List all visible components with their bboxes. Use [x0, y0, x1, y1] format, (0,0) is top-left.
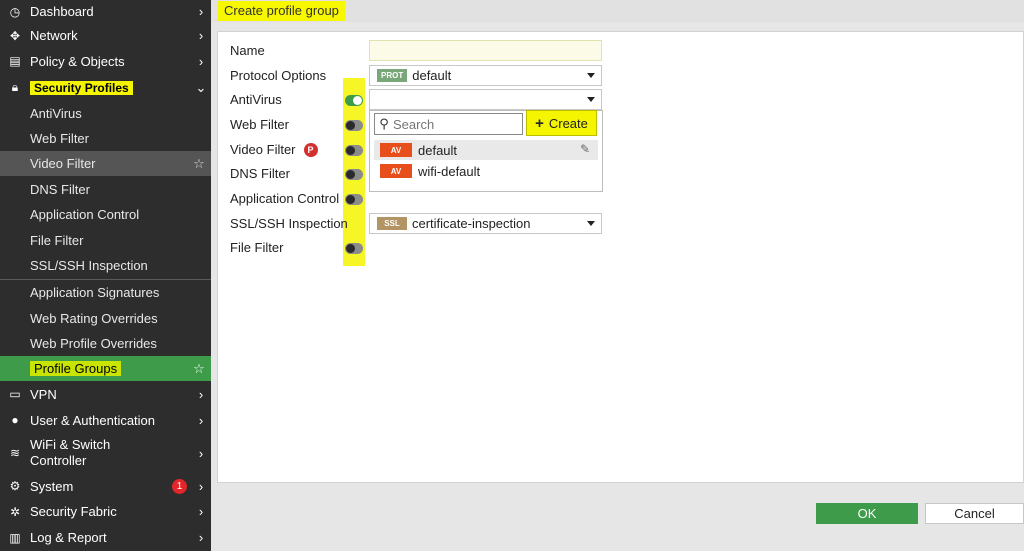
form-panel — [217, 31, 1024, 483]
sidebar-subitem-profile-groups[interactable]: Profile Groups ☆ — [0, 356, 211, 381]
sidebar-subitem-video-filter[interactable]: Video Filter ☆ — [0, 151, 211, 176]
sidebar-item-policy-objects[interactable]: ▤ Policy & Objects › — [0, 48, 211, 74]
chevron-right-icon: › — [198, 412, 204, 428]
chevron-right-icon: › — [198, 53, 204, 69]
plus-icon: + — [535, 114, 544, 132]
ssl-ssh-inspection-select[interactable]: SSL certificate-inspection — [369, 213, 602, 234]
web-filter-toggle[interactable] — [345, 120, 363, 131]
chart-icon: ▥ — [9, 530, 21, 545]
sidebar-subitem-dns-filter[interactable]: DNS Filter — [0, 176, 211, 202]
video-filter-label: Video Filter P — [230, 141, 318, 159]
chevron-right-icon: › — [198, 4, 204, 19]
chevron-right-icon: › — [198, 386, 204, 402]
antivirus-toggle[interactable] — [345, 95, 363, 106]
policy-icon: ▤ — [9, 54, 21, 68]
laptop-icon: ▭ — [9, 387, 21, 401]
sidebar-subitem-file-filter[interactable]: File Filter — [0, 227, 211, 253]
chevron-right-icon: › — [198, 445, 204, 461]
sidebar-item-vpn[interactable]: ▭ VPN › — [0, 381, 211, 407]
chevron-right-icon: › — [198, 504, 204, 519]
dns-filter-label: DNS Filter — [230, 166, 290, 181]
chevron-right-icon: › — [198, 530, 204, 545]
chevron-right-icon: › — [198, 478, 204, 494]
sidebar-subitem-web-filter[interactable]: Web Filter — [0, 126, 211, 151]
sidebar-item-network[interactable]: ✥ Network › — [0, 23, 211, 48]
caret-down-icon — [587, 97, 595, 102]
av-tag: AV — [380, 164, 412, 178]
name-label: Name — [230, 43, 265, 58]
page-title: Create profile group — [218, 1, 345, 21]
sidebar-subitem-antivirus[interactable]: AntiVirus — [0, 101, 211, 126]
video-filter-toggle[interactable] — [345, 145, 363, 156]
sidebar: ◷ Dashboard › ✥ Network › ▤ Policy & Obj… — [0, 0, 211, 551]
ok-button[interactable]: OK — [816, 503, 918, 524]
proxy-badge: P — [303, 143, 318, 157]
file-filter-toggle[interactable] — [345, 243, 363, 254]
gear-icon: ⚙ — [9, 479, 21, 493]
ssl-tag: SSL — [377, 217, 407, 230]
av-tag: AV — [380, 143, 412, 157]
user-icon: ● — [11, 413, 19, 427]
chevron-right-icon: › — [198, 28, 204, 43]
star-icon[interactable]: ☆ — [187, 156, 211, 172]
sidebar-subitem-web-profile-overrides[interactable]: Web Profile Overrides — [0, 331, 211, 356]
sidebar-item-security-fabric[interactable]: ✲ Security Fabric › — [0, 499, 211, 524]
sidebar-item-wifi-switch-controller[interactable]: ≋ WiFi & Switch Controller › — [0, 433, 211, 473]
antivirus-select[interactable] — [369, 89, 602, 110]
dropdown-search[interactable]: ⚲ — [374, 113, 523, 135]
search-input[interactable] — [393, 116, 513, 132]
sidebar-subitem-application-control[interactable]: Application Control — [0, 202, 211, 227]
dashboard-icon: ◷ — [9, 4, 21, 19]
protocol-options-label: Protocol Options — [230, 68, 327, 83]
sidebar-item-security-profiles[interactable]: 🔒︎ Security Profiles ⌄ — [0, 74, 211, 101]
sidebar-subitem-web-rating-overrides[interactable]: Web Rating Overrides — [0, 305, 211, 331]
create-button[interactable]: + Create — [526, 110, 597, 136]
network-icon: ✥ — [9, 28, 21, 43]
sidebar-subitem-ssl-ssh-inspection[interactable]: SSL/SSH Inspection — [0, 253, 211, 278]
sidebar-subitem-application-signatures[interactable]: Application Signatures — [0, 280, 211, 305]
wifi-icon: ≋ — [9, 446, 21, 460]
caret-down-icon — [587, 73, 595, 78]
pencil-icon[interactable]: ✎ — [580, 142, 590, 156]
caret-down-icon — [587, 221, 595, 226]
chevron-down-icon: ⌄ — [195, 79, 207, 95]
sidebar-item-system[interactable]: ⚙ System 1 › — [0, 473, 211, 499]
cancel-button[interactable]: Cancel — [925, 503, 1024, 524]
lock-icon: 🔒︎ — [11, 80, 19, 94]
fabric-icon: ✲ — [9, 504, 21, 519]
prot-tag: PROT — [377, 69, 408, 82]
dns-filter-toggle[interactable] — [345, 169, 363, 180]
star-icon[interactable]: ☆ — [187, 361, 211, 377]
dropdown-option-wifi-default[interactable]: AV wifi-default — [374, 161, 598, 181]
protocol-options-select[interactable]: PROT default — [369, 65, 602, 86]
file-filter-label: File Filter — [230, 240, 284, 255]
sidebar-item-user-authentication[interactable]: ● User & Authentication › — [0, 407, 211, 433]
notification-badge: 1 — [172, 478, 187, 494]
application-control-label: Application Control — [230, 191, 340, 206]
search-icon: ⚲ — [379, 116, 389, 131]
ssl-ssh-inspection-label: SSL/SSH Inspection — [230, 216, 348, 231]
dropdown-option-default[interactable]: AV default ✎ — [374, 140, 598, 160]
application-control-toggle[interactable] — [345, 194, 363, 205]
sidebar-item-dashboard[interactable]: ◷ Dashboard › — [0, 0, 211, 23]
antivirus-label: AntiVirus — [230, 92, 282, 107]
sidebar-item-log-report[interactable]: ▥ Log & Report › — [0, 524, 211, 551]
web-filter-label: Web Filter — [230, 117, 289, 132]
name-field[interactable] — [369, 40, 602, 61]
